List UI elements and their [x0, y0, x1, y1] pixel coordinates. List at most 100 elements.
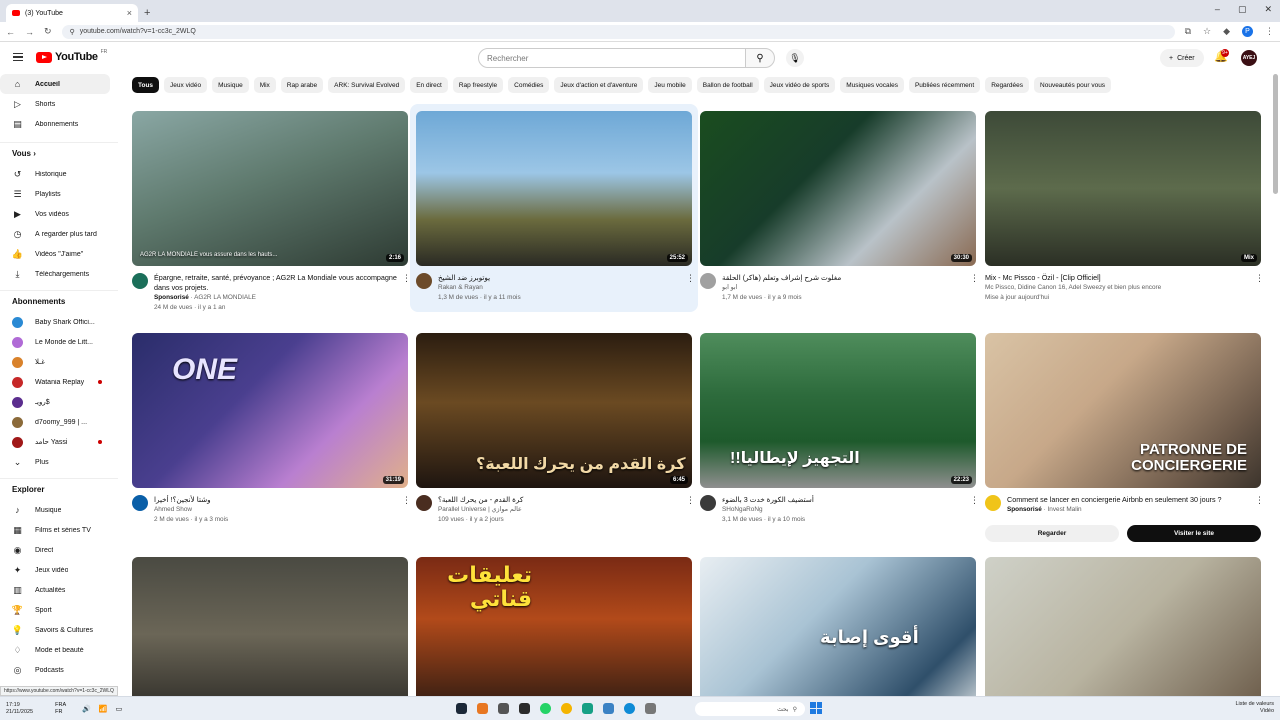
- video-card[interactable]: كرة القدم من يحرك اللعبة؟ 6:45 كرة القدم …: [416, 333, 695, 525]
- taskbar-widget[interactable]: Liste de valeurs Vidéo: [1235, 701, 1274, 715]
- sidebar-item-explore[interactable]: 🏆 Sport: [0, 600, 110, 620]
- create-button[interactable]: + Créer: [1160, 49, 1204, 67]
- browser-menu-icon[interactable]: ⋮: [1265, 26, 1274, 37]
- video-thumbnail[interactable]: أقوى إصابة: [700, 557, 976, 712]
- app-icon[interactable]: [645, 703, 656, 714]
- minimize-icon[interactable]: –: [1215, 4, 1220, 15]
- video-thumbnail[interactable]: PATRONNE DE CONCIERGERIE: [985, 333, 1261, 488]
- account-avatar[interactable]: AYEJ: [1241, 50, 1257, 66]
- filter-chip[interactable]: Rap freestyle: [452, 77, 504, 93]
- video-title[interactable]: كرة القدم - من يحرك اللعبة؟: [438, 495, 692, 505]
- video-card[interactable]: [132, 557, 408, 712]
- video-title[interactable]: أستضيف الكورة خدت 3 بالضوء: [722, 495, 976, 505]
- video-card[interactable]: Mix Mix - Mc Pissco - Özil - [Clip Offic…: [985, 111, 1264, 303]
- app-icon[interactable]: [477, 703, 488, 714]
- more-actions-icon[interactable]: ⋮: [970, 273, 979, 284]
- back-icon[interactable]: ←: [6, 27, 15, 37]
- taskbar-search[interactable]: بحث ⚲: [695, 702, 805, 716]
- site-info-icon[interactable]: ⚲: [70, 28, 75, 36]
- filter-chip[interactable]: Regardées: [985, 77, 1030, 93]
- youtube-logo[interactable]: YouTube FR: [36, 49, 107, 63]
- sidebar-item-you[interactable]: ▶ Vos vidéos: [0, 204, 110, 224]
- video-title[interactable]: مغلوت شرح إشراف وتعلم (هاكر) الحلقة: [722, 273, 976, 283]
- battery-icon[interactable]: ▭: [116, 705, 123, 713]
- video-thumbnail[interactable]: تعليقات قناتي: [416, 557, 692, 712]
- address-bar[interactable]: ⚲ youtube.com/watch?v=1-cc3c_2WLQ: [61, 24, 1175, 39]
- install-icon[interactable]: ⧉: [1185, 26, 1191, 37]
- channel-avatar[interactable]: [416, 273, 432, 289]
- filter-chip[interactable]: Jeux vidéo: [164, 77, 208, 93]
- channel-avatar[interactable]: [132, 273, 148, 289]
- video-thumbnail[interactable]: 25:52: [416, 111, 692, 266]
- filter-chip[interactable]: Publiées récemment: [908, 77, 981, 93]
- channel-avatar[interactable]: [700, 495, 716, 511]
- wifi-icon[interactable]: 📶: [99, 705, 108, 713]
- sidebar-item-explore[interactable]: ▦ Films et séries TV: [0, 520, 110, 540]
- sidebar-item-shorts[interactable]: ▷ Shorts: [0, 94, 110, 114]
- video-title[interactable]: Mix - Mc Pissco - Özil - [Clip Officiel]: [985, 273, 1261, 283]
- filter-chip[interactable]: Rap arabe: [280, 77, 324, 93]
- whatsapp-app-icon[interactable]: [540, 703, 551, 714]
- ad-visit-site-button[interactable]: Visiter le site: [1127, 525, 1261, 542]
- video-card[interactable]: 25:52 يوتوبرز ضد الشيخ Rakan & Rayan 1,3…: [416, 111, 695, 303]
- more-actions-icon[interactable]: ⋮: [402, 495, 411, 506]
- filter-chip[interactable]: Musiques vocales: [840, 77, 904, 93]
- app-icon[interactable]: [519, 703, 530, 714]
- video-card[interactable]: التجهيز لإيطاليا!! 22:23 أستضيف الكورة خد…: [700, 333, 979, 525]
- windows-start-icon[interactable]: [810, 702, 822, 714]
- channel-name[interactable]: Ahmed Show: [154, 505, 408, 515]
- video-card[interactable]: 30:30 مغلوت شرح إشراف وتعلم (هاكر) الحلق…: [700, 111, 979, 303]
- filter-chip[interactable]: Ballon de football: [696, 77, 759, 93]
- more-actions-icon[interactable]: ⋮: [686, 273, 695, 284]
- extension-icon[interactable]: ◆: [1223, 26, 1230, 37]
- input-language[interactable]: FRA FR: [55, 702, 66, 716]
- steam-app-icon[interactable]: [456, 703, 467, 714]
- filter-chip[interactable]: Musique: [212, 77, 249, 93]
- video-title[interactable]: Comment se lancer en conciergerie Airbnb…: [1007, 495, 1261, 505]
- ad-card[interactable]: AG2R LA MONDIALE vous assure dans les ha…: [132, 111, 411, 313]
- sidebar-item-you[interactable]: ↺ Historique: [0, 164, 110, 184]
- more-actions-icon[interactable]: ⋮: [402, 273, 411, 284]
- video-card[interactable]: ONE 31:19 وشتا لأنجين؟! أخيرا Ahmed Show …: [132, 333, 411, 525]
- filter-chip[interactable]: Jeux vidéo de sports: [763, 77, 836, 93]
- filter-chip[interactable]: Mix: [253, 77, 276, 93]
- channel-avatar[interactable]: [700, 273, 716, 289]
- filter-chip[interactable]: Comédies: [508, 77, 550, 93]
- more-actions-icon[interactable]: ⋮: [1255, 495, 1264, 506]
- bookmark-star-icon[interactable]: ☆: [1203, 26, 1211, 37]
- channel-avatar[interactable]: [416, 495, 432, 511]
- channel-avatar[interactable]: [132, 495, 148, 511]
- sidebar-subscription[interactable]: ⌄ Plus: [0, 452, 110, 472]
- filter-chip[interactable]: Jeux d'action et d'aventure: [554, 77, 644, 93]
- close-window-icon[interactable]: ✕: [1264, 4, 1272, 15]
- channel-name[interactable]: SHoNgaRoNg: [722, 505, 976, 515]
- video-thumbnail[interactable]: [132, 557, 408, 712]
- channel-name[interactable]: Rakan & Rayan: [438, 283, 692, 293]
- ad-watch-button[interactable]: Regarder: [985, 525, 1119, 542]
- new-tab-button[interactable]: +: [144, 4, 150, 22]
- forward-icon[interactable]: →: [25, 27, 34, 37]
- filter-chip[interactable]: ARK: Survival Evolved: [328, 77, 406, 93]
- filter-chip[interactable]: Tous: [132, 77, 160, 93]
- browser-profile-icon[interactable]: P: [1242, 26, 1253, 37]
- sidebar-item-explore[interactable]: ♪ Musique: [0, 500, 110, 520]
- sidebar-subscription[interactable]: Baby Shark Offici...: [0, 312, 110, 332]
- sidebar-subscription[interactable]: حامد Yassi: [0, 432, 110, 452]
- video-title[interactable]: Épargne, retraite, santé, prévoyance ; A…: [154, 273, 408, 293]
- app-icon[interactable]: [582, 703, 593, 714]
- video-title[interactable]: وشتا لأنجين؟! أخيرا: [154, 495, 408, 505]
- edge-app-icon[interactable]: [624, 703, 635, 714]
- browser-tab[interactable]: (3) YouTube ×: [6, 4, 138, 22]
- voice-search-button[interactable]: 🎙: [786, 49, 804, 67]
- sidebar-subscription[interactable]: غـلا: [0, 352, 110, 372]
- search-button[interactable]: ⚲: [745, 48, 775, 68]
- more-actions-icon[interactable]: ⋮: [1255, 273, 1264, 284]
- sidebar-item-you[interactable]: ◷ À regarder plus tard: [0, 224, 110, 244]
- channel-name[interactable]: Mc Pissco, Didine Canon 16, Adel Sweezy …: [985, 283, 1261, 293]
- search-input[interactable]: Rechercher: [478, 48, 746, 68]
- volume-icon[interactable]: 🔊: [82, 705, 91, 713]
- channel-name[interactable]: ابو ابو: [722, 283, 976, 293]
- menu-icon[interactable]: [13, 53, 23, 61]
- channel-name[interactable]: Sponsorisé · AG2R LA MONDIALE: [154, 293, 408, 303]
- sidebar-item-explore[interactable]: ◉ Direct: [0, 540, 110, 560]
